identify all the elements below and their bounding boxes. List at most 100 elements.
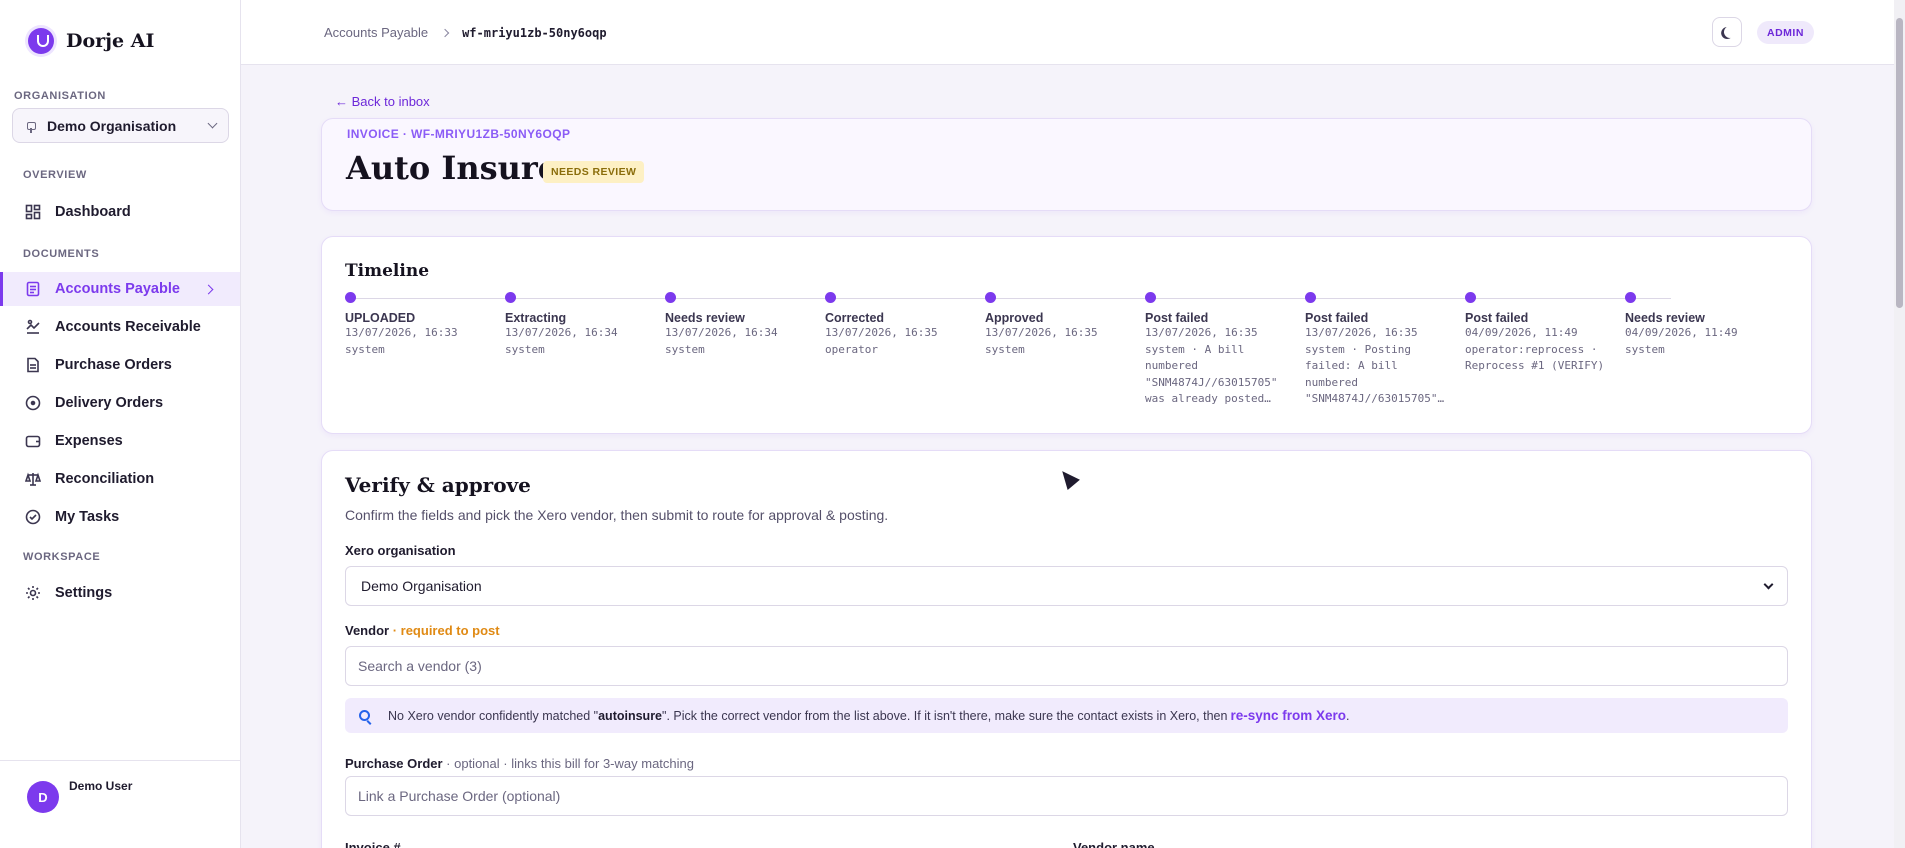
timeline-step: Needs review 04/09/2026, 11:49 system xyxy=(1625,292,1775,358)
timeline-step: Extracting 13/07/2026, 16:34 system xyxy=(505,292,655,358)
xero-org-label: Xero organisation xyxy=(345,543,456,558)
timeline-dot xyxy=(505,292,516,303)
timeline-step-label: Post failed xyxy=(1145,311,1209,325)
sidebar-item-purchase-orders[interactable]: Purchase Orders xyxy=(0,348,240,382)
clock-icon xyxy=(24,394,42,412)
brand-logo-icon xyxy=(28,28,54,54)
breadcrumb: Accounts Payable wf-mriyu1zb-50ny6oqp xyxy=(324,25,607,40)
timeline-dot xyxy=(345,292,356,303)
gear-icon xyxy=(24,584,42,602)
timeline-step-label: Needs review xyxy=(1625,311,1705,325)
workspace-section-label: WORKSPACE xyxy=(23,551,101,563)
timeline-step: Post failed 04/09/2026, 11:49 operator:r… xyxy=(1465,292,1615,375)
document-icon xyxy=(24,280,42,298)
timeline-step: Needs review 13/07/2026, 16:34 system xyxy=(665,292,815,358)
scrollbar-thumb[interactable] xyxy=(1896,18,1903,308)
user-footer[interactable]: D Demo User xyxy=(0,760,240,848)
chevron-down-icon xyxy=(207,118,218,129)
sidebar-item-label: Accounts Payable xyxy=(55,281,180,297)
timeline-step: Post failed 13/07/2026, 16:35 system · P… xyxy=(1305,292,1450,408)
sidebar-item-accounts-payable[interactable]: Accounts Payable xyxy=(0,272,240,306)
top-bar: Accounts Payable wf-mriyu1zb-50ny6oqp AD… xyxy=(241,0,1895,65)
sidebar-item-label: My Tasks xyxy=(55,509,120,525)
timeline-dot xyxy=(1145,292,1156,303)
magnifier-icon xyxy=(359,710,370,721)
plug-icon xyxy=(25,119,37,133)
timeline-step-actor: operator xyxy=(825,342,878,356)
vendor-required-hint: · required to post xyxy=(392,623,500,638)
xero-org-select-value: Demo Organisation xyxy=(361,578,482,594)
breadcrumb-current: wf-mriyu1zb-50ny6oqp xyxy=(462,25,607,40)
back-to-inbox-link[interactable]: ← Back to inbox xyxy=(335,94,430,109)
sidebar-item-accounts-receivable[interactable]: Accounts Receivable xyxy=(0,310,240,344)
timeline-step-actor: system xyxy=(505,342,545,356)
sidebar-item-label: Purchase Orders xyxy=(55,357,172,373)
vendor-search-input[interactable]: Search a vendor (3) xyxy=(345,646,1788,686)
xero-org-select[interactable]: Demo Organisation xyxy=(345,566,1788,606)
purchase-order-input[interactable]: Link a Purchase Order (optional) xyxy=(345,776,1788,816)
wallet-icon xyxy=(24,432,42,450)
timeline-step-time: 13/07/2026, 16:35 xyxy=(825,326,938,339)
timeline-step-label: Post failed xyxy=(1465,311,1529,325)
brand[interactable]: Dorje AI xyxy=(28,28,154,54)
document-icon xyxy=(24,356,42,374)
dashboard-icon xyxy=(24,203,42,221)
avatar[interactable]: D xyxy=(27,781,59,813)
vendor-match-notice: No Xero vendor confidently matched "auto… xyxy=(345,698,1788,733)
notice-end: . xyxy=(1345,708,1350,723)
sidebar-item-delivery-orders[interactable]: Delivery Orders xyxy=(0,386,240,420)
user-name: Demo User xyxy=(69,779,133,793)
vendor-name-label: Vendor name xyxy=(1073,840,1155,848)
sidebar-item-my-tasks[interactable]: My Tasks xyxy=(0,500,240,534)
chevron-right-icon xyxy=(440,28,450,37)
status-badge: NEEDS REVIEW xyxy=(543,161,645,183)
sidebar-item-settings[interactable]: Settings xyxy=(0,576,240,610)
timeline-dot xyxy=(1305,292,1316,303)
timeline-step: Post failed 13/07/2026, 16:35 system · A… xyxy=(1145,292,1285,408)
chevron-down-icon xyxy=(1763,579,1774,589)
timeline-step-actor: system · A bill numbered "SNM4874J//6301… xyxy=(1145,342,1278,406)
scale-icon xyxy=(24,470,42,488)
timeline-title: Timeline xyxy=(345,261,430,281)
timeline-step-label: Approved xyxy=(985,311,1044,325)
timeline-dot xyxy=(1465,292,1476,303)
verify-subtitle: Confirm the fields and pick the Xero ven… xyxy=(345,507,889,523)
notice-text: No Xero vendor confidently matched "auto… xyxy=(388,709,1227,723)
page-title: Auto Insure xyxy=(346,149,559,187)
sidebar-item-reconciliation[interactable]: Reconciliation xyxy=(0,462,240,496)
invoice-number-label: Invoice # xyxy=(345,840,401,848)
timeline-step-actor: system xyxy=(985,342,1025,356)
timeline-step-time: 13/07/2026, 16:34 xyxy=(665,326,778,339)
breadcrumb-parent[interactable]: Accounts Payable xyxy=(324,25,428,40)
sidebar-item-label: Reconciliation xyxy=(55,471,155,487)
org-select[interactable]: Demo Organisation xyxy=(12,108,229,143)
chevron-right-icon xyxy=(203,284,214,294)
org-section-label: ORGANISATION xyxy=(14,90,106,102)
sidebar-item-label: Accounts Receivable xyxy=(55,319,201,335)
timeline-step: UPLOADED 13/07/2026, 16:33 system xyxy=(345,292,495,358)
timeline-card: Timeline UPLOADED 13/07/2026, 16:33 syst… xyxy=(321,236,1812,434)
timeline-dot xyxy=(1625,292,1636,303)
invoice-header-card: INVOICE · WF-MRIYU1ZB-50NY6OQP Auto Insu… xyxy=(321,118,1812,211)
timeline-step-time: 13/07/2026, 16:35 xyxy=(985,326,1098,339)
resync-from-xero-link[interactable]: re-sync from Xero xyxy=(1230,708,1346,723)
timeline-step-label: Needs review xyxy=(665,311,745,325)
purchase-order-placeholder: Link a Purchase Order (optional) xyxy=(358,788,561,804)
sidebar-item-dashboard[interactable]: Dashboard xyxy=(0,195,240,229)
timeline-step-label: UPLOADED xyxy=(345,311,416,325)
sidebar-item-label: Dashboard xyxy=(55,204,131,220)
verify-title: Verify & approve xyxy=(345,473,531,497)
invoice-id-tag: INVOICE · WF-MRIYU1ZB-50NY6OQP xyxy=(347,127,571,141)
timeline-step-actor: system xyxy=(345,342,385,356)
sidebar-item-expenses[interactable]: Expenses xyxy=(0,424,240,458)
po-label: Purchase Order · optional · links this b… xyxy=(345,756,694,771)
timeline-step-label: Corrected xyxy=(825,311,885,325)
vendor-search-placeholder: Search a vendor (3) xyxy=(358,658,482,674)
timeline-step-time: 13/07/2026, 16:35 xyxy=(1305,326,1418,339)
po-hint: · optional · links this bill for 3-way m… xyxy=(446,756,694,771)
page-scrollbar[interactable] xyxy=(1894,0,1905,848)
timeline-dot xyxy=(665,292,676,303)
theme-toggle-button[interactable] xyxy=(1712,17,1742,47)
vendor-label-text: Vendor xyxy=(345,623,390,638)
sidebar-item-label: Expenses xyxy=(55,433,123,449)
